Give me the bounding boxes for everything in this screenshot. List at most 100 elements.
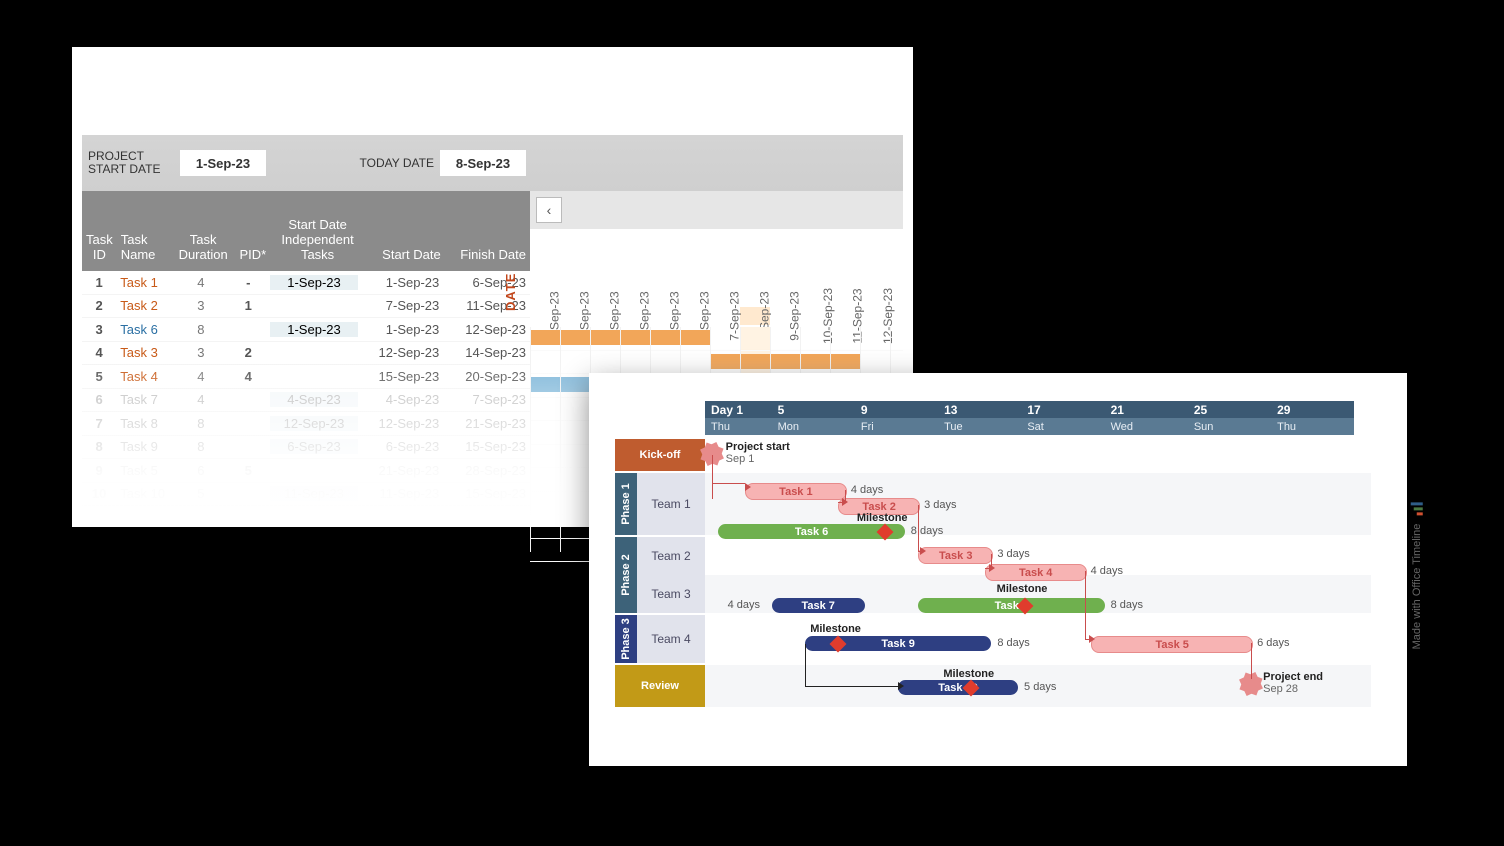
table-row[interactable]: 9Task 56521-Sep-2328-Sep-23 [82,459,530,483]
dependency-line [1251,643,1252,679]
milestone-label: Milestone [857,512,908,524]
date-column: 10-Sep-23 [800,307,830,325]
dependency-line [712,483,745,484]
cell-task-name: Task 3 [116,345,175,360]
cell-indep-date: 4-Sep-23 [270,392,359,407]
milestone-label: Milestone [997,583,1048,595]
dependency-line [712,455,713,499]
phase-label: Review [615,665,705,707]
task-bar[interactable]: Task 5 [1091,636,1253,653]
milestone-label: Milestone [943,668,994,680]
chevron-left-icon: ‹ [547,202,552,218]
project-start-date-input[interactable]: 1-Sep-23 [180,150,266,176]
cell-pid: 4 [227,369,270,384]
task-table: Task ID Task Name Task Duration PID* Sta… [82,191,530,562]
task-table-header: Task ID Task Name Task Duration PID* Sta… [82,191,530,271]
dependency-line [1085,571,1086,639]
hdr-pid: PID* [232,248,274,271]
team-label: Team 4 [637,615,706,663]
table-row[interactable]: 8Task 986-Sep-236-Sep-2315-Sep-23 [82,436,530,460]
team-label: Team 2 [637,537,706,575]
cell-task-name: Task 6 [116,322,175,337]
time-header-day: 17 [1021,401,1104,418]
time-header-day: 25 [1188,401,1271,418]
arrow-right-icon [842,498,848,506]
cell-task-id: 6 [82,392,116,407]
time-header-weekday: Thu [705,418,772,435]
time-header-weekday: Mon [772,418,855,435]
cell-duration: 6 [175,463,227,478]
time-header-day: 13 [938,401,1021,418]
task-bar[interactable]: Task 3 [918,547,993,564]
gantt-row [530,351,903,375]
cell-pid: 2 [227,345,270,360]
duration-label: 8 days [997,637,1029,649]
date-column: 4-Sep-23 [620,307,650,325]
cell-pid: - [227,275,270,290]
task-bar[interactable]: Task 1 [745,483,847,500]
cell-finish-date: 21-Sep-23 [443,416,530,431]
task-bar[interactable]: Task 4 [985,564,1087,581]
time-header-weekday: Wed [1105,418,1188,435]
credit-label: Made with Office Timeline [1411,502,1423,649]
date-column: 6-Sep-23 [680,307,710,325]
cell-finish-date: 14-Sep-23 [443,345,530,360]
task-bar[interactable]: Task 10 [898,680,1018,695]
cell-task-name: Task 7 [116,392,175,407]
cell-pid: 1 [227,298,270,313]
time-header-weekday: Thu [1271,418,1354,435]
cell-task-id: 8 [82,439,116,454]
cell-start-date: 1-Sep-23 [358,275,443,290]
phase-label: Phase 3 [615,615,637,663]
task-bar[interactable]: Task 8 [918,598,1104,613]
table-row[interactable]: 2Task 2317-Sep-2311-Sep-23 [82,295,530,319]
cell-task-name: Task 4 [116,369,175,384]
dependency-line [805,644,806,686]
scroll-left-button[interactable]: ‹ [536,197,562,223]
gantt-body: Kick-offPhase 1Team 1Phase 2Team 2Team 3… [615,439,1371,738]
cell-start-date: 4-Sep-23 [358,392,443,407]
cell-finish-date: 28-Sep-23 [443,463,530,478]
hdr-task-id: Task ID [82,233,117,271]
table-row[interactable]: 1Task 14-1-Sep-231-Sep-236-Sep-23 [82,271,530,295]
cell-start-date: 11-Sep-23 [358,486,443,501]
swimlane [705,439,1371,471]
duration-label: 8 days [1111,599,1143,611]
table-row[interactable]: 5Task 44415-Sep-2320-Sep-23 [82,365,530,389]
task-bar[interactable]: Task 7 [772,598,865,613]
table-row[interactable]: 3Task 681-Sep-231-Sep-2312-Sep-23 [82,318,530,342]
date-column: 9-Sep-23 [770,307,800,325]
duration-label: 4 days [728,599,760,611]
cell-task-id: 10 [82,486,116,501]
date-axis-label: DATE [503,273,518,311]
phase-label: Phase 1 [615,473,637,535]
table-row[interactable]: 7Task 8812-Sep-2312-Sep-2321-Sep-23 [82,412,530,436]
cell-duration: 8 [175,439,227,454]
timeline-card: Day 1Thu5Mon9Fri13Tue17Sat21Wed25Sun29Th… [589,373,1407,766]
cell-duration: 4 [175,275,227,290]
date-column: 1-Sep-23 [530,307,560,325]
project-start-date: Sep 1 [726,453,755,465]
cell-duration: 8 [175,322,227,337]
cell-start-date: 6-Sep-23 [358,439,443,454]
cell-task-id: 5 [82,369,116,384]
arrow-right-icon [989,564,995,572]
mini-task-bar[interactable] [710,354,860,369]
time-header-day: Day 1 [705,401,772,418]
cell-task-id: 2 [82,298,116,313]
project-end-date: Sep 28 [1263,683,1298,695]
table-row[interactable]: 4Task 33212-Sep-2314-Sep-23 [82,342,530,366]
sheet-top-bar: PROJECT START DATE 1-Sep-23 TODAY DATE 8… [82,135,903,191]
cell-finish-date: 15-Sep-23 [443,439,530,454]
cell-task-id: 4 [82,345,116,360]
table-row[interactable]: 10Task 10511-Sep-2311-Sep-2315-Sep-23 [82,483,530,507]
gantt-row [530,327,903,351]
cell-finish-date: 15-Sep-23 [443,486,530,501]
today-date-label: TODAY DATE [354,156,440,170]
cell-duration: 3 [175,298,227,313]
time-header-day: 29 [1271,401,1354,418]
duration-label: 3 days [924,499,956,511]
today-date-input[interactable]: 8-Sep-23 [440,150,526,176]
table-row[interactable]: 6Task 744-Sep-234-Sep-237-Sep-23 [82,389,530,413]
cell-task-id: 1 [82,275,116,290]
